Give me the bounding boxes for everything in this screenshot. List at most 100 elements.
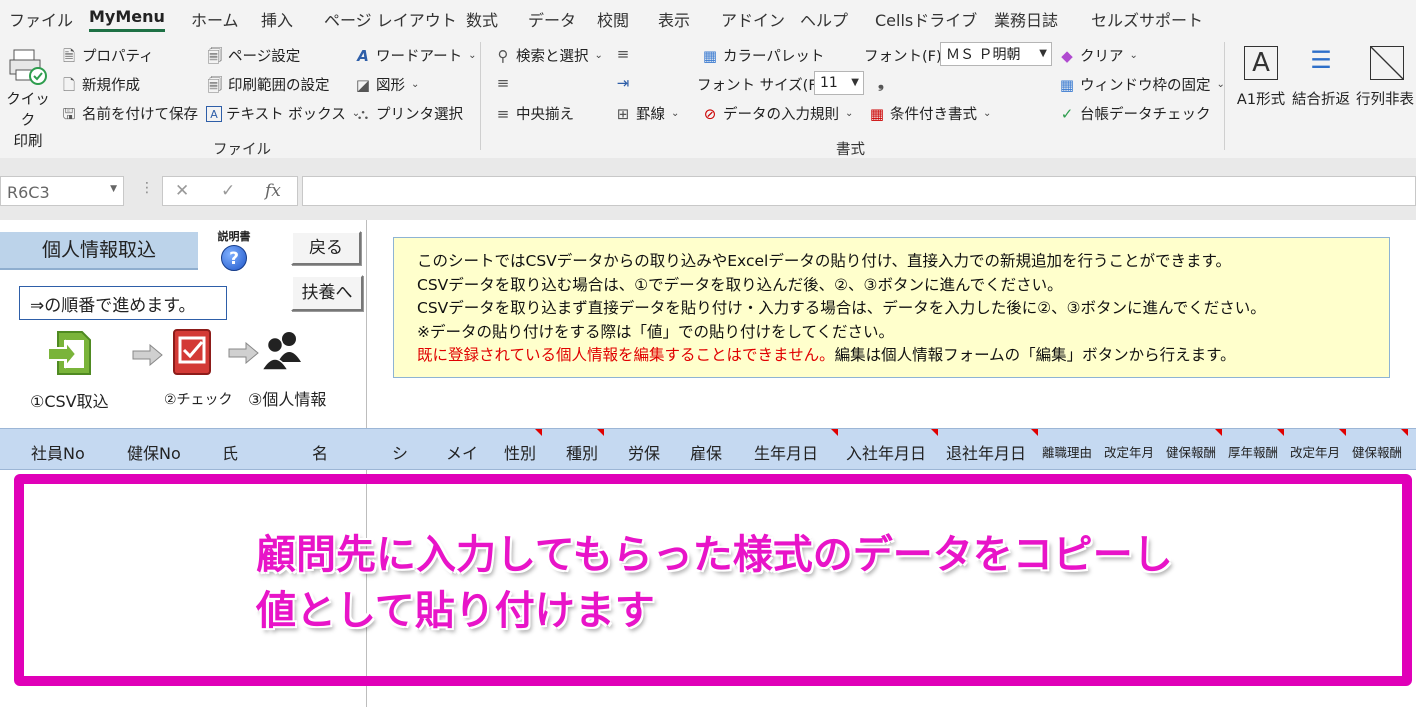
csv-import-button[interactable] [44, 328, 94, 378]
tab-insert[interactable]: 挿入 [261, 7, 293, 31]
ledger-check-label: 台帳データチェック [1080, 107, 1211, 123]
column-header[interactable]: 社員No [31, 440, 85, 464]
comment-indicator [831, 429, 838, 436]
tab-review[interactable]: 校閲 [597, 7, 629, 31]
column-header[interactable]: 雇保 [690, 440, 722, 464]
column-header[interactable]: 改定年月 [1290, 442, 1340, 461]
dependents-button[interactable]: 扶養へ [291, 275, 363, 311]
clear-button[interactable]: ◆ クリア ⌄ [1058, 45, 1138, 66]
enter-icon[interactable]: ✓ [221, 181, 235, 201]
align-right-icon: ≡ [616, 45, 630, 63]
tab-business-diary[interactable]: 業務日誌 [994, 7, 1058, 31]
personal-info-button[interactable] [260, 328, 304, 372]
font-size-select[interactable]: 11 ▼ [814, 71, 864, 95]
shapes-icon: ◪ [355, 75, 371, 94]
info-line: 既に登録されている個人情報を編集することはできません。編集は個人情報フォームの「… [417, 344, 1389, 368]
phonetic-button[interactable]: ❟ [872, 74, 890, 92]
center-button[interactable]: ≡ 中央揃え [494, 103, 574, 124]
tab-cells-drive[interactable]: Cellsドライブ [875, 7, 977, 31]
increase-indent-button[interactable]: ⇥ [614, 74, 632, 92]
quick-print-button[interactable]: クイック 印刷 [6, 46, 50, 151]
properties-button[interactable]: 🗎 プロパティ [60, 45, 154, 66]
chevron-down-icon: ▼ [110, 184, 117, 194]
column-header[interactable]: 性別 [504, 440, 536, 464]
tab-formulas[interactable]: 数式 [466, 7, 498, 31]
a1-icon: A [1244, 46, 1278, 80]
insert-function-icon[interactable]: fx [265, 181, 281, 201]
center-label: 中央揃え [516, 107, 574, 123]
more-options-icon[interactable]: ⋮ [140, 180, 154, 196]
column-header[interactable]: 健保報酬 [1166, 442, 1216, 461]
freeze-panes-button[interactable]: ▦ ウィンドウ枠の固定 ⌄ [1058, 74, 1225, 95]
hide-rows-cols-button[interactable]: 行列非表 [1354, 46, 1416, 109]
chevron-down-icon: ⌄ [983, 108, 992, 119]
merge-wrap-label: 結合折返 [1292, 92, 1350, 108]
back-button[interactable]: 戻る [291, 231, 361, 265]
data-validation-button[interactable]: ⊘ データの入力規則 ⌄ [701, 103, 854, 124]
column-header[interactable]: 退社年月日 [946, 440, 1026, 464]
column-header[interactable]: 健保No [127, 440, 181, 464]
column-header[interactable]: 種別 [566, 440, 598, 464]
column-header[interactable]: 厚年報酬 [1228, 442, 1278, 461]
column-header[interactable]: シ [392, 440, 408, 464]
group-divider [1224, 42, 1225, 150]
color-palette-button[interactable]: ▦ カラーパレット [701, 45, 824, 66]
formula-input[interactable] [302, 176, 1416, 206]
printer-icon [9, 49, 47, 85]
borders-button[interactable]: ⊞ 罫線 ⌄ [614, 103, 680, 124]
conditional-format-button[interactable]: ▦ 条件付き書式 ⌄ [868, 103, 991, 124]
shapes-button[interactable]: ◪ 図形 ⌄ [354, 74, 419, 95]
tab-cells-support[interactable]: セルズサポート [1091, 7, 1203, 31]
cancel-icon[interactable]: ✕ [175, 181, 189, 201]
new-button[interactable]: 🗋 新規作成 [60, 74, 140, 95]
column-header[interactable]: 健保報酬 [1352, 442, 1402, 461]
font-value: ＭＳ Ｐ明朝 [946, 47, 1021, 63]
tab-help[interactable]: ヘルプ [800, 7, 848, 31]
wordart-button[interactable]: A ワードアート ⌄ [354, 45, 476, 66]
indent-button[interactable]: ≡ [614, 45, 632, 63]
tab-home[interactable]: ホーム [191, 7, 239, 31]
ledger-check-button[interactable]: ✓ 台帳データチェック [1058, 103, 1211, 124]
print-area-icon: 🗐 [207, 75, 223, 94]
column-header[interactable]: メイ [446, 440, 478, 464]
column-header[interactable]: 労保 [628, 440, 660, 464]
comment-indicator [1215, 429, 1222, 436]
textbox-button[interactable]: A テキスト ボックス ⌄ [206, 103, 360, 124]
tab-addins[interactable]: アドイン [721, 7, 785, 31]
table-header-row: 社員No 健保No 氏 名 シ メイ 性別 種別 労保 雇保 生年月日 入社年月… [0, 428, 1416, 470]
column-header[interactable]: 改定年月 [1104, 442, 1154, 461]
font-select[interactable]: ＭＳ Ｐ明朝 ▼ [940, 42, 1052, 66]
page-setup-button[interactable]: 🗐 ページ設定 [206, 45, 301, 66]
column-header[interactable]: 生年月日 [754, 440, 818, 464]
comment-indicator [1401, 429, 1408, 436]
print-area-button[interactable]: 🗐 印刷範囲の設定 [206, 74, 330, 95]
column-header[interactable]: 氏 [222, 440, 238, 464]
new-document-icon: 🗋 [62, 75, 76, 94]
column-header[interactable]: 入社年月日 [846, 440, 926, 464]
a1-format-button[interactable]: A A1形式 [1234, 46, 1288, 109]
sheet-title: 個人情報取込 [0, 232, 198, 270]
column-header[interactable]: 名 [312, 440, 328, 464]
format-group-label: 書式 [836, 142, 865, 158]
save-as-button[interactable]: 🖫 名前を付けて保存 [60, 103, 198, 124]
find-select-button[interactable]: ⚲ 検索と選択 ⌄ [494, 45, 603, 66]
freeze-panes-icon: ▦ [1059, 75, 1075, 94]
tab-view[interactable]: 表示 [658, 7, 690, 31]
tab-file[interactable]: ファイル [9, 7, 73, 31]
tab-data[interactable]: データ [528, 7, 576, 31]
chevron-down-icon: ▼ [851, 77, 859, 88]
tab-mymenu[interactable]: MyMenu [89, 7, 165, 32]
worksheet[interactable]: 個人情報取込 説明書 ? 戻る 扶養へ ⇒の順番で進めます。 ①CSV取込 ②チ… [0, 220, 1416, 707]
merge-wrap-button[interactable]: ☰ 結合折返 [1290, 46, 1352, 109]
step-label: ③個人情報 [248, 390, 327, 409]
printer-select-button[interactable]: ⛬ プリンタ選択 [354, 103, 463, 124]
network-printer-icon: ⛬ [357, 104, 369, 123]
page-setup-label: ページ設定 [228, 49, 301, 65]
column-header[interactable]: 離職理由 [1042, 442, 1092, 461]
name-box[interactable]: R6C3 ▼ [0, 176, 124, 206]
manual-button[interactable]: 説明書 ? [212, 228, 256, 271]
users-icon [260, 332, 301, 371]
align-left-button[interactable]: ≡ [494, 74, 512, 92]
check-button[interactable] [172, 328, 212, 376]
tab-page-layout[interactable]: ページ レイアウト [324, 7, 457, 31]
